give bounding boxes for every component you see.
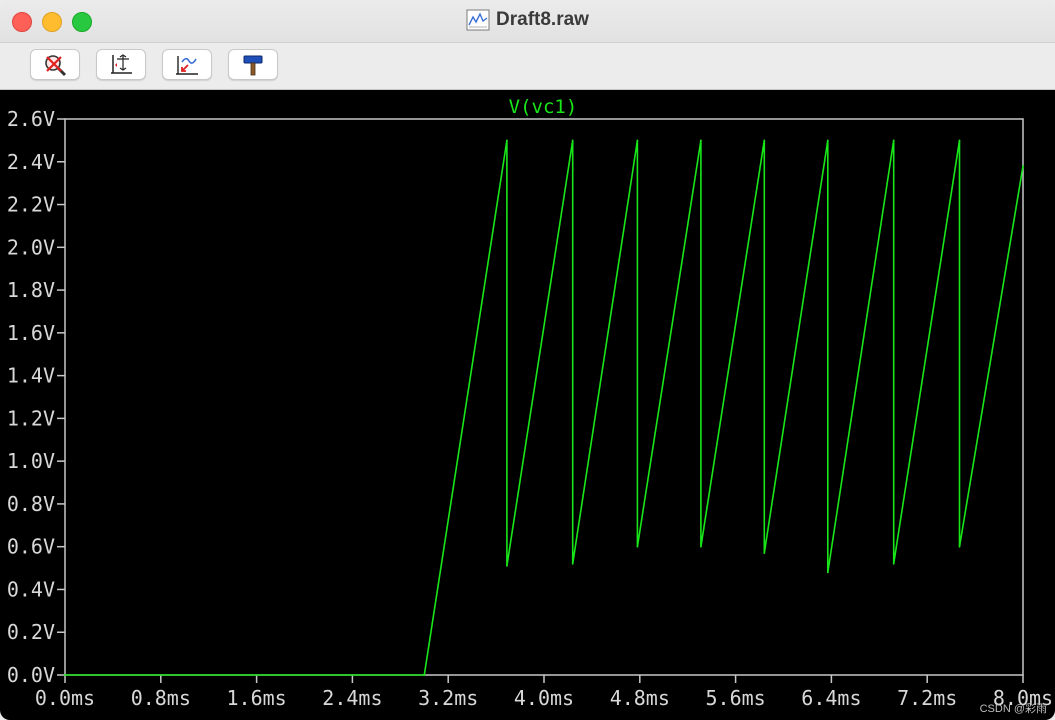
waveform-file-icon <box>466 9 490 31</box>
x-tick-label: 0.0ms <box>35 686 95 710</box>
data-point <box>763 139 766 142</box>
data-point <box>636 139 639 142</box>
x-tick-label: 5.6ms <box>705 686 765 710</box>
data-point <box>506 565 508 567</box>
x-tick-label: 1.6ms <box>226 686 286 710</box>
data-point <box>892 562 895 565</box>
data-point <box>826 571 829 574</box>
x-tick-label: 6.4ms <box>801 686 861 710</box>
x-tick-label: 2.4ms <box>322 686 382 710</box>
tools-button[interactable] <box>228 49 278 80</box>
data-point <box>958 139 961 142</box>
x-tick-label: 3.2ms <box>418 686 478 710</box>
zoom-back-button[interactable] <box>162 49 212 80</box>
trace-group <box>64 139 1024 676</box>
y-tick-label: 1.2V <box>7 406 55 430</box>
waveform-window: Draft8.raw V(vc1) 0.0V 0.2V 0.4V 0.6V 0.… <box>0 0 1055 720</box>
data-point <box>571 562 574 565</box>
y-tick-label: 0.6V <box>7 535 55 559</box>
y-tick-label: 2.2V <box>7 193 55 217</box>
data-point <box>700 545 702 548</box>
data-point <box>423 674 426 676</box>
window-title: Draft8.raw <box>496 9 589 30</box>
y-tick-label: 0.0V <box>7 663 55 687</box>
magnifier-cancel-icon <box>45 54 67 76</box>
data-point <box>1022 165 1024 167</box>
hammer-icon <box>243 55 263 75</box>
data-point <box>826 139 829 142</box>
data-point <box>700 139 702 142</box>
zoom-cancel-button[interactable] <box>30 49 80 80</box>
y-tick-label: 2.0V <box>7 235 55 259</box>
autorange-axes-icon <box>111 53 132 74</box>
x-tick-label: 0.8ms <box>131 686 191 710</box>
y-tick-label: 2.6V <box>7 107 55 131</box>
data-point <box>892 139 895 142</box>
title-bar[interactable]: Draft8.raw <box>0 0 1055 43</box>
y-axis: 0.0V 0.2V 0.4V 0.6V 0.8V 1.0V 1.2V 1.4V 1.6V 1.8V… <box>7 107 65 687</box>
y-tick-label: 0.4V <box>7 577 55 601</box>
data-point <box>64 674 66 676</box>
plot-frame <box>64 118 1024 676</box>
data-point <box>571 139 574 142</box>
y-tick-label: 1.6V <box>7 321 55 345</box>
toolbar <box>0 43 1055 90</box>
y-tick-label: 1.8V <box>7 278 55 302</box>
x-tick-label: 4.0ms <box>514 686 574 710</box>
waveform-plot[interactable]: V(vc1) 0.0V 0.2V 0.4V 0.6V 0.8V 1.0V 1.2V 1.4V 1… <box>0 90 1055 720</box>
y-tick-label: 0.8V <box>7 492 55 516</box>
x-tick-label: 7.2ms <box>897 686 957 710</box>
autorange-button[interactable] <box>96 49 146 80</box>
watermark-text: CSDN @彩雨 <box>980 702 1047 715</box>
series-line[interactable] <box>65 140 1024 676</box>
data-point <box>763 552 766 554</box>
y-tick-label: 0.2V <box>7 620 55 644</box>
plot-svg[interactable]: V(vc1) 0.0V 0.2V 0.4V 0.6V 0.8V 1.0V 1.2V 1.4V 1… <box>0 90 1055 720</box>
y-tick-label: 2.4V <box>7 150 55 174</box>
window-title-group: Draft8.raw <box>0 8 1055 32</box>
x-tick-label: 4.8ms <box>610 686 670 710</box>
data-point <box>636 545 639 548</box>
x-axis: 0.0ms 0.8ms 1.6ms 2.4ms 3.2ms 4.0ms 4.8ms 5.6ms… <box>35 675 1053 710</box>
trace-title[interactable]: V(vc1) <box>509 96 578 118</box>
data-point <box>506 139 508 142</box>
zoom-back-icon <box>176 55 198 75</box>
y-tick-label: 1.0V <box>7 449 55 473</box>
y-tick-label: 1.4V <box>7 364 55 388</box>
data-point <box>958 545 961 548</box>
